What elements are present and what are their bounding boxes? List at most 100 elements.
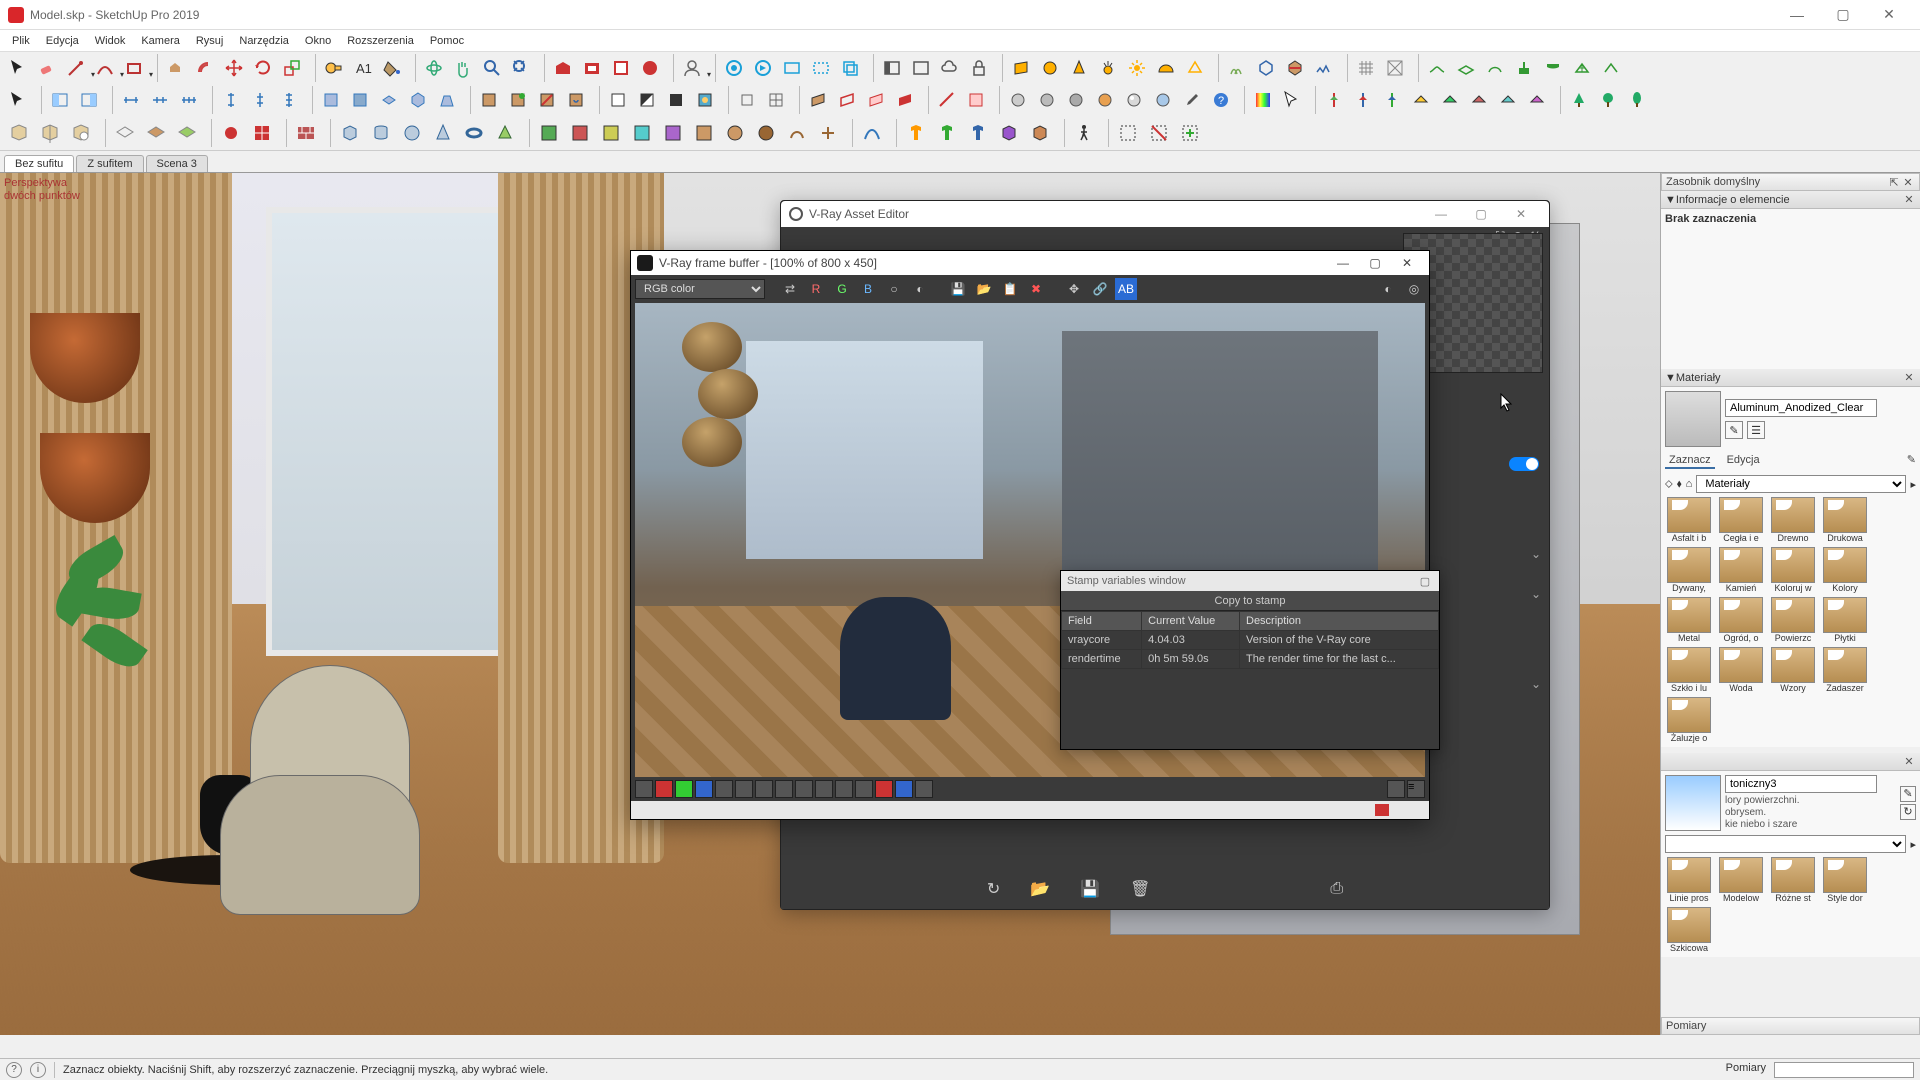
ext-6-icon[interactable] [689,118,719,148]
nav-fwd-icon[interactable]: ⬧ [1677,478,1682,491]
fxr-5-icon[interactable] [1436,86,1464,114]
menu-view[interactable]: Widok [87,33,134,49]
menu-help[interactable]: Pomoc [422,33,472,49]
component-edit-icon[interactable] [504,86,532,114]
sandbox-detail-icon[interactable] [1568,54,1596,82]
menu-camera[interactable]: Kamera [133,33,188,49]
select-arrow-icon[interactable] [4,86,32,114]
pushpull-tool-icon[interactable] [162,54,190,82]
ext-10-icon[interactable] [813,118,843,148]
stamp-max-button[interactable]: ▢ [1417,575,1433,588]
vfb-max-button[interactable]: ▢ [1359,256,1391,270]
sandbox-grid-icon[interactable] [1452,54,1480,82]
nav-back-icon[interactable]: ⬦ [1665,478,1673,491]
sandbox-contours-icon[interactable] [1423,54,1451,82]
scene-tab-2[interactable]: Z sufitem [76,155,143,172]
offset-tool-icon[interactable] [191,54,219,82]
vfb-mono-icon[interactable]: ◐ [909,278,931,300]
view-persp-icon[interactable] [433,86,461,114]
section-cut-icon[interactable] [862,86,890,114]
component-make-icon[interactable] [475,86,503,114]
vfb-menu-icon[interactable]: ≡ [1407,780,1425,798]
grid-4-icon[interactable] [762,86,790,114]
asset-open-icon[interactable]: 📂 [1030,879,1050,899]
sel-add-icon[interactable] [1175,118,1205,148]
vfb-hist-12-icon[interactable] [855,780,873,798]
ext-4-icon[interactable] [627,118,657,148]
tree-2-icon[interactable] [1594,86,1622,114]
material-folder[interactable]: Modelow [1717,857,1765,903]
shirt-green-icon[interactable] [932,118,962,148]
vfb-open-icon[interactable]: 📂 [973,278,995,300]
vray-batch-icon[interactable] [836,54,864,82]
materials-tab-edit[interactable]: Edycja [1723,453,1764,469]
material-folder[interactable]: Style dor [1821,857,1869,903]
sel-dashed-icon[interactable] [1113,118,1143,148]
panel-header-materials[interactable]: ▼ Materiały✕ [1661,369,1920,387]
vfb-hist-14-icon[interactable] [895,780,913,798]
vray-render-icon[interactable] [720,54,748,82]
fxr-4-icon[interactable] [1407,86,1435,114]
material-folder[interactable]: Żaluzje o [1665,697,1713,743]
materials-tab-select[interactable]: Zaznacz [1665,453,1715,469]
material-folder[interactable]: Woda [1717,647,1765,693]
close-button[interactable]: ✕ [1866,0,1912,30]
dist-h2-icon[interactable] [146,86,174,114]
select-tool-icon[interactable] [4,54,32,82]
style-refresh-icon[interactable]: ↻ [1900,804,1916,820]
menu-tools[interactable]: Narzędzia [231,33,297,49]
walk-icon[interactable] [1069,118,1099,148]
vray-help-icon[interactable]: ? [1207,86,1235,114]
vray-clipper-icon[interactable] [1281,54,1309,82]
ext-8-icon[interactable] [751,118,781,148]
shape-torus-icon[interactable] [459,118,489,148]
marker-grid-icon[interactable] [247,118,277,148]
shape-prism-icon[interactable] [490,118,520,148]
vray-displacement-icon[interactable] [1310,54,1338,82]
pan-tool-icon[interactable] [449,54,477,82]
fxr-3-icon[interactable] [1378,86,1406,114]
material-folder[interactable]: Dywany, [1665,547,1713,593]
vray-lock-icon[interactable] [965,54,993,82]
vfb-status-btn2[interactable] [1409,803,1425,817]
component-reload-icon[interactable] [562,86,590,114]
asset-delete-icon[interactable]: 🗑 [1130,879,1150,899]
section-plane-icon[interactable] [804,86,832,114]
asset-chevron-3-icon[interactable]: ⌄ [1531,677,1541,691]
sandbox-smoove-icon[interactable] [1481,54,1509,82]
rotate-tool-icon[interactable] [249,54,277,82]
shape-sphere-icon[interactable] [397,118,427,148]
scene-tab-1[interactable]: Bez sufitu [4,155,74,172]
materials-category-select[interactable]: Materiały [1696,475,1906,493]
asset-toggle[interactable] [1509,457,1539,471]
material-folder[interactable]: Linie pros [1665,857,1713,903]
vfb-hist-10-icon[interactable] [815,780,833,798]
stamp-copy-button[interactable]: Copy to stamp [1061,591,1439,611]
vray-interactive-icon[interactable] [749,54,777,82]
styles-menu-icon[interactable]: ▸ [1910,838,1916,851]
dist-v2-icon[interactable] [246,86,274,114]
material-folder[interactable]: Asfalt i b [1665,497,1713,543]
panel-header-styles[interactable]: ✕ [1661,753,1920,771]
vray-spot-light-icon[interactable] [1065,54,1093,82]
vfb-hist-7-icon[interactable] [755,780,773,798]
stamp-variables-window[interactable]: Stamp variables window ▢ Copy to stamp F… [1060,570,1440,750]
ext-5-icon[interactable] [658,118,688,148]
vray-sphere-orange-icon[interactable] [1091,86,1119,114]
dist-h1-icon[interactable] [117,86,145,114]
paint-bucket-icon[interactable] [378,54,406,82]
material-folder[interactable]: Zadaszer [1821,647,1869,693]
material-folder[interactable]: Drewno [1769,497,1817,543]
material-folder[interactable]: Metal [1665,597,1713,643]
menu-extensions[interactable]: Rozszerzenia [339,33,422,49]
material-folder[interactable]: Kolory [1821,547,1869,593]
material-menu-icon[interactable]: ☰ [1747,421,1765,439]
stamp-col-field[interactable]: Field [1062,612,1142,631]
vfb-close-button[interactable]: ✕ [1391,256,1423,270]
vray-sphere-blue-icon[interactable] [1149,86,1177,114]
fxr-8-icon[interactable] [1523,86,1551,114]
tray-header-default[interactable]: Zasobnik domyślny⇱✕ [1661,173,1920,191]
brick-icon[interactable] [291,118,321,148]
stamp-col-value[interactable]: Current Value [1142,612,1240,631]
ext-9-icon[interactable] [782,118,812,148]
